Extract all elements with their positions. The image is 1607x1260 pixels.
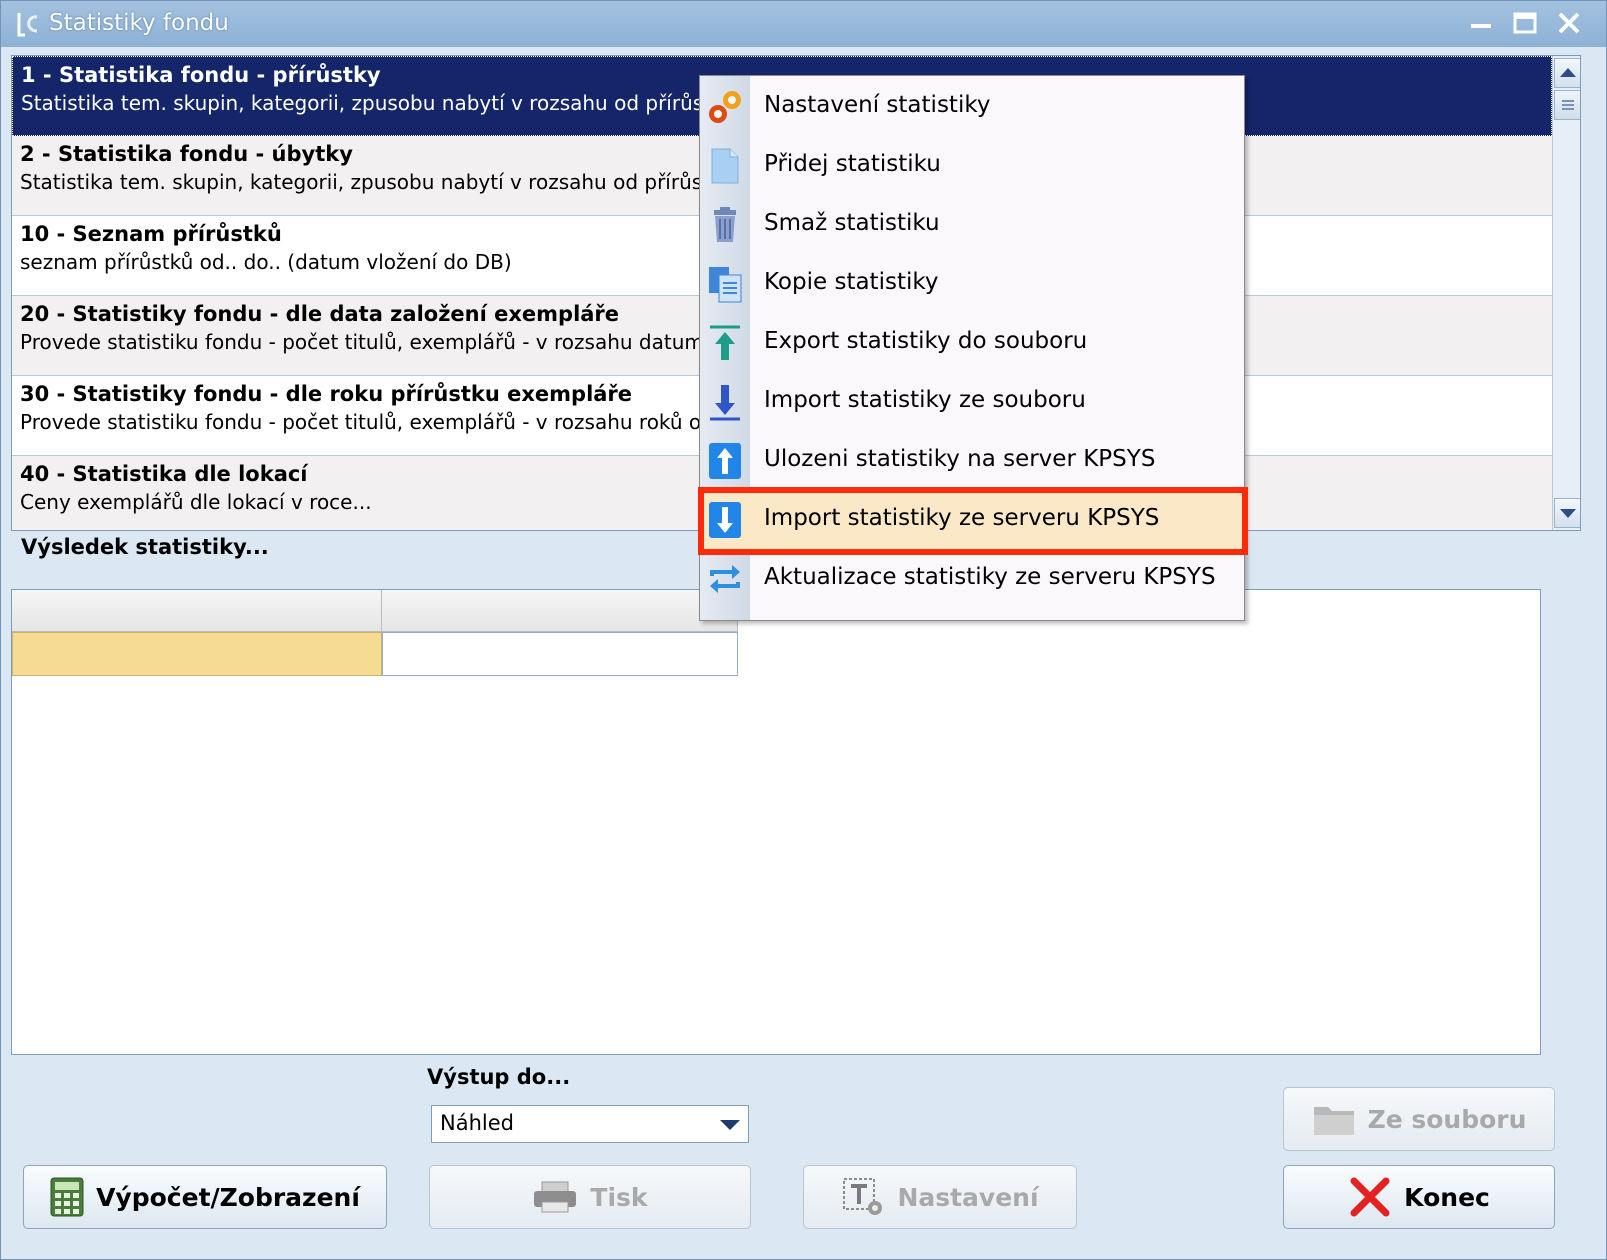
export-icon (710, 325, 740, 360)
list-scrollbar[interactable] (1552, 56, 1580, 530)
compute-button[interactable]: Výpočet/Zobrazení (23, 1165, 387, 1229)
from-file-button[interactable]: Ze souboru (1283, 1087, 1555, 1151)
menu-item-refresh-server[interactable]: Aktualizace statistiky ze serveru KPSYS (700, 548, 1244, 608)
settings-button[interactable]: Nastavení (803, 1165, 1077, 1229)
window-title: Statistiky fondu (49, 10, 229, 36)
refresh-icon (710, 565, 740, 593)
grid-header-cell[interactable] (12, 590, 382, 632)
compute-button-label: Výpočet/Zobrazení (96, 1182, 360, 1212)
output-label: Výstup do... (427, 1065, 571, 1089)
printer-icon (534, 1181, 577, 1213)
close-button-label: Konec (1404, 1182, 1490, 1212)
print-button-label: Tisk (590, 1182, 648, 1212)
menu-item-settings[interactable]: Nastavení statistiky (700, 76, 1244, 136)
menu-item-add[interactable]: Přidej statistiku (700, 135, 1244, 195)
menu-item-copy[interactable]: Kopie statistiky (700, 253, 1244, 313)
menu-item-label: Smaž statistiku (764, 210, 940, 236)
grid-header-cell[interactable] (382, 590, 738, 632)
upload-icon (709, 443, 741, 479)
highlight-frame (698, 487, 1248, 555)
trash-icon (714, 207, 736, 242)
menu-item-label: Import statistiky ze souboru (764, 387, 1086, 413)
new-document-icon (711, 148, 739, 184)
arrow-up-icon (1560, 68, 1576, 77)
app-logo-icon (15, 9, 43, 39)
menu-item-label: Aktualizace statistiky ze serveru KPSYS (764, 564, 1216, 590)
copy-icon (709, 267, 742, 303)
close-window-button[interactable] (1551, 7, 1587, 41)
scroll-down-button[interactable] (1554, 498, 1580, 528)
close-button[interactable]: Konec (1283, 1165, 1555, 1229)
grid-cell[interactable] (382, 632, 738, 676)
output-selected-value: Náhled (440, 1111, 514, 1135)
from-file-button-label: Ze souboru (1367, 1104, 1527, 1134)
menu-item-export[interactable]: Export statistiky do souboru (700, 312, 1244, 372)
import-icon (710, 385, 740, 421)
menu-item-label: Přidej statistiku (764, 151, 941, 177)
minimize-button[interactable] (1463, 7, 1499, 41)
scroll-thumb[interactable] (1554, 90, 1580, 120)
gears-icon (709, 91, 741, 123)
menu-item-label: Export statistiky do souboru (764, 328, 1088, 354)
result-label: Výsledek statistiky... (21, 535, 269, 559)
text-settings-icon (843, 1178, 883, 1215)
maximize-button[interactable] (1507, 7, 1543, 41)
chevron-down-icon[interactable] (720, 1120, 740, 1130)
menu-item-delete[interactable]: Smaž statistiku (700, 194, 1244, 254)
output-dropdown[interactable]: Náhled (431, 1105, 749, 1143)
statistics-window: Statistiky fondu 1 - Statistika fondu - … (0, 0, 1607, 1260)
menu-item-import-file[interactable]: Import statistiky ze souboru (700, 371, 1244, 431)
result-grid[interactable] (11, 589, 1541, 1055)
menu-item-label: Nastavení statistiky (764, 92, 991, 118)
scroll-up-button[interactable] (1554, 58, 1580, 88)
print-button[interactable]: Tisk (429, 1165, 751, 1229)
close-icon (1350, 1177, 1390, 1217)
calculator-icon (50, 1177, 84, 1217)
menu-item-label: Kopie statistiky (764, 269, 939, 295)
menu-item-upload-server[interactable]: Ulozeni statistiky na server KPSYS (700, 430, 1244, 490)
arrow-down-icon (1560, 509, 1576, 518)
folder-icon (1313, 1107, 1354, 1135)
menu-item-label: Ulozeni statistiky na server KPSYS (764, 446, 1156, 472)
settings-button-label: Nastavení (897, 1182, 1039, 1212)
grid-cell-selected[interactable] (12, 632, 382, 676)
title-bar[interactable]: Statistiky fondu (1, 1, 1606, 47)
grip-icon (1562, 100, 1574, 110)
